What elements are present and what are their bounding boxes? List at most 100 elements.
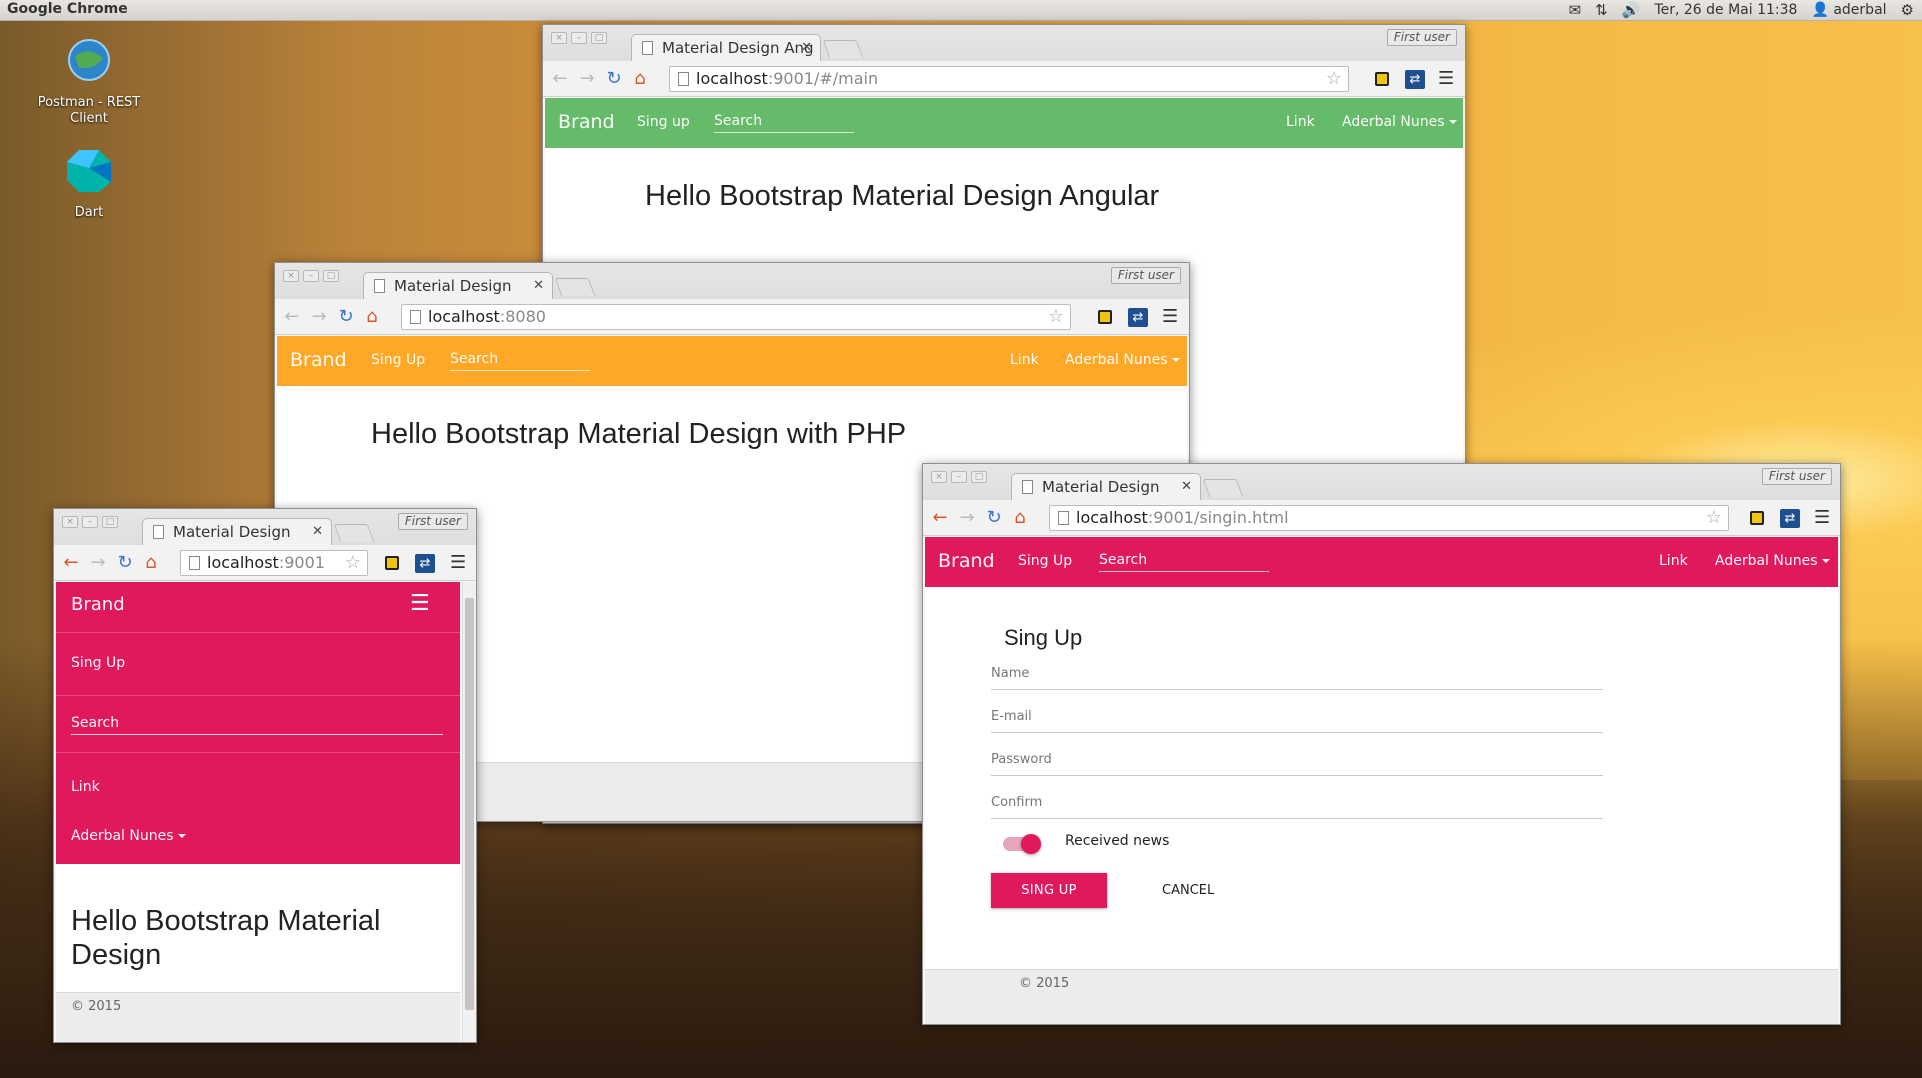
desktop-icon-dart[interactable]: Dart [24, 146, 154, 221]
new-tab-button[interactable] [333, 524, 375, 542]
name-field[interactable]: Name [991, 666, 1603, 690]
browser-tab[interactable]: Material Design ✕ [1011, 473, 1201, 500]
browser-tab[interactable]: Material Design ✕ [363, 272, 553, 299]
home-icon[interactable]: ⌂ [140, 552, 162, 574]
nav-item-signup[interactable]: Sing Up [71, 655, 125, 671]
maximize-window-icon[interactable]: □ [591, 32, 607, 44]
postman-extension-icon[interactable]: ⇄ [415, 554, 435, 573]
volume-icon[interactable]: 🔊 [1622, 1, 1641, 19]
extension-key-icon[interactable] [1750, 511, 1764, 525]
address-bar[interactable]: localhost:8080 ☆ [401, 304, 1071, 330]
minimize-window-icon[interactable]: – [82, 516, 98, 528]
chrome-menu-icon[interactable]: ☰ [1162, 306, 1178, 327]
bookmark-star-icon[interactable]: ☆ [1706, 506, 1722, 530]
clock[interactable]: Ter, 26 de Mai 11:38 [1654, 2, 1797, 18]
bookmark-star-icon[interactable]: ☆ [1326, 67, 1342, 91]
news-toggle[interactable] [1003, 834, 1041, 854]
extension-key-icon[interactable] [1098, 310, 1112, 324]
home-icon[interactable]: ⌂ [629, 68, 651, 90]
navbar-search-input[interactable]: Search [1099, 552, 1269, 572]
browser-tab[interactable]: Material Design Ang ✕ [631, 34, 821, 61]
bookmark-star-icon[interactable]: ☆ [345, 551, 361, 575]
cancel-button[interactable]: CANCEL [1162, 873, 1214, 908]
address-bar[interactable]: localhost:9001 ☆ [180, 550, 368, 576]
forward-arrow-icon[interactable]: → [87, 552, 109, 574]
forward-arrow-icon[interactable]: → [308, 306, 330, 328]
email-field[interactable]: E-mail [991, 709, 1603, 733]
address-bar[interactable]: localhost:9001/#/main ☆ [669, 66, 1349, 92]
user-dropdown[interactable]: Aderbal Nunes [1342, 114, 1457, 130]
profile-button[interactable]: First user [1761, 468, 1832, 485]
browser-tab[interactable]: Material Design ✕ [142, 518, 332, 545]
nav-item-signup[interactable]: Sing Up [1018, 553, 1072, 569]
back-arrow-icon[interactable]: ← [929, 507, 951, 529]
new-tab-button[interactable] [1202, 479, 1244, 497]
close-window-icon[interactable]: × [931, 471, 947, 483]
extension-key-icon[interactable] [1375, 72, 1389, 86]
minimize-window-icon[interactable]: – [571, 32, 587, 44]
navbar-search-input[interactable]: Search [450, 351, 590, 371]
back-arrow-icon[interactable]: ← [549, 68, 571, 90]
navbar-brand[interactable]: Brand [290, 349, 347, 371]
navbar-brand[interactable]: Brand [558, 111, 615, 133]
settings-gear-icon[interactable]: ⚙ [1901, 1, 1914, 19]
hamburger-menu-icon[interactable]: ☰ [410, 591, 430, 616]
browser-window-mobile[interactable]: × – □ First user Material Design ✕ ← → ↻ ⌂… [53, 508, 477, 1043]
profile-button[interactable]: First user [1386, 29, 1457, 46]
bookmark-star-icon[interactable]: ☆ [1048, 305, 1064, 329]
extension-key-icon[interactable] [385, 556, 399, 570]
maximize-window-icon[interactable]: □ [971, 471, 987, 483]
close-window-icon[interactable]: × [62, 516, 78, 528]
navbar-brand[interactable]: Brand [938, 550, 995, 572]
back-arrow-icon[interactable]: ← [281, 306, 303, 328]
chrome-menu-icon[interactable]: ☰ [1814, 507, 1830, 528]
chrome-menu-icon[interactable]: ☰ [450, 552, 466, 573]
postman-extension-icon[interactable]: ⇄ [1128, 308, 1148, 327]
minimize-window-icon[interactable]: – [951, 471, 967, 483]
home-icon[interactable]: ⌂ [1009, 507, 1031, 529]
network-icon[interactable]: ⇅ [1595, 1, 1608, 19]
tab-close-icon[interactable]: ✕ [312, 519, 323, 545]
scrollbar-thumb[interactable] [465, 598, 474, 1010]
reload-icon[interactable]: ↻ [983, 507, 1005, 529]
profile-button[interactable]: First user [397, 513, 468, 530]
nav-link[interactable]: Link [1659, 553, 1688, 569]
user-menu[interactable]: 👤 aderbal [1811, 2, 1886, 18]
new-tab-button[interactable] [554, 278, 596, 296]
password-field[interactable]: Password [991, 752, 1603, 776]
home-icon[interactable]: ⌂ [361, 306, 383, 328]
chrome-menu-icon[interactable]: ☰ [1438, 68, 1454, 89]
nav-link[interactable]: Link [1010, 352, 1039, 368]
mail-icon[interactable]: ✉ [1569, 1, 1582, 19]
tab-close-icon[interactable]: ✕ [801, 35, 812, 61]
close-window-icon[interactable]: × [551, 32, 567, 44]
confirm-password-field[interactable]: Confirm [991, 795, 1603, 819]
user-dropdown[interactable]: Aderbal Nunes [1715, 553, 1830, 569]
nav-link[interactable]: Link [71, 779, 100, 795]
postman-extension-icon[interactable]: ⇄ [1405, 70, 1425, 89]
forward-arrow-icon[interactable]: → [956, 507, 978, 529]
reload-icon[interactable]: ↻ [114, 552, 136, 574]
postman-extension-icon[interactable]: ⇄ [1780, 509, 1800, 528]
navbar-search-input[interactable]: Search [71, 715, 443, 735]
profile-button[interactable]: First user [1110, 267, 1181, 284]
maximize-window-icon[interactable]: □ [323, 270, 339, 282]
reload-icon[interactable]: ↻ [603, 68, 625, 90]
tab-close-icon[interactable]: ✕ [533, 273, 544, 299]
forward-arrow-icon[interactable]: → [576, 68, 598, 90]
desktop-icon-postman[interactable]: Postman - REST Client [24, 36, 154, 127]
nav-item-signup[interactable]: Sing up [637, 114, 690, 130]
navbar-search-input[interactable]: Search [714, 113, 854, 133]
signup-submit-button[interactable]: SING UP [991, 873, 1107, 908]
reload-icon[interactable]: ↻ [335, 306, 357, 328]
nav-item-signup[interactable]: Sing Up [371, 352, 425, 368]
minimize-window-icon[interactable]: – [303, 270, 319, 282]
nav-link[interactable]: Link [1286, 114, 1315, 130]
browser-window-signup[interactable]: × – □ First user Material Design ✕ ← → ↻ ⌂… [922, 463, 1841, 1025]
close-window-icon[interactable]: × [283, 270, 299, 282]
address-bar[interactable]: localhost:9001/singin.html ☆ [1049, 505, 1729, 531]
tab-close-icon[interactable]: ✕ [1181, 474, 1192, 500]
vertical-scrollbar[interactable] [462, 582, 476, 1042]
new-tab-button[interactable] [822, 40, 864, 58]
user-dropdown[interactable]: Aderbal Nunes [71, 828, 186, 844]
